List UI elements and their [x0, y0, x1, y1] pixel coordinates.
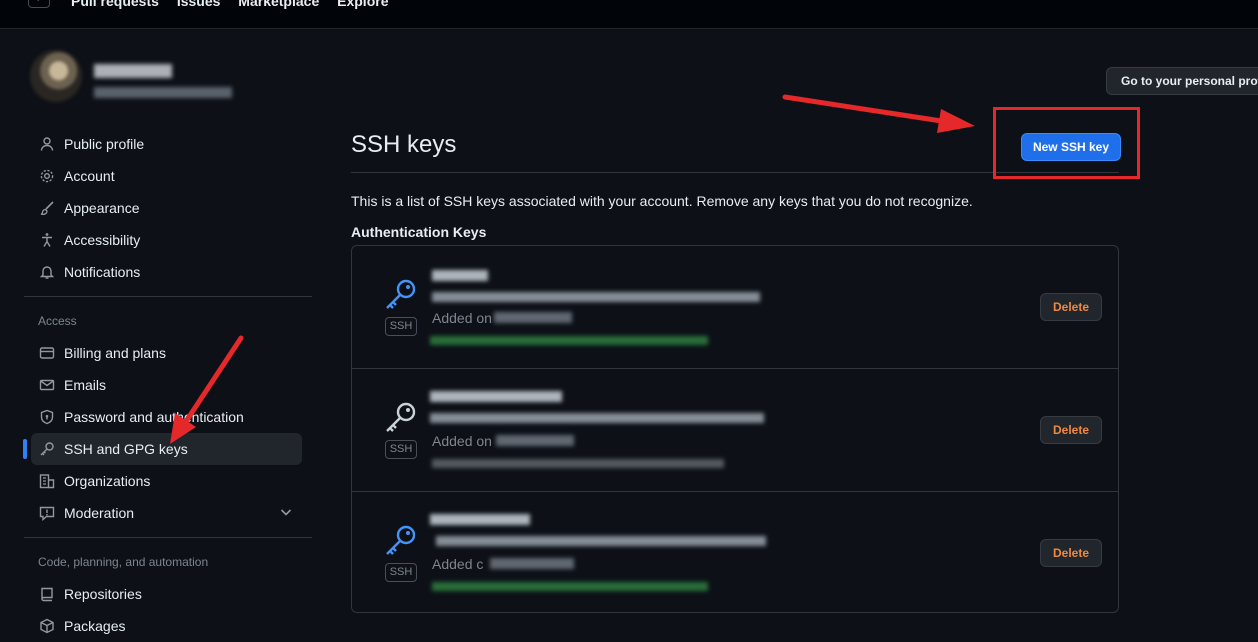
blurred-last-used [430, 336, 708, 345]
sidebar-item-label: Packages [64, 618, 126, 634]
ssh-key-row: SSH Added on Delete [352, 369, 1118, 492]
sidebar-divider [24, 296, 312, 297]
credit-card-icon [38, 344, 56, 362]
key-icon [386, 525, 416, 555]
section-heading-authentication-keys: Authentication Keys [351, 224, 487, 240]
sidebar-item-billing[interactable]: Billing and plans [24, 337, 312, 369]
ssh-badge: SSH [385, 317, 417, 336]
added-on-label: Added c [432, 556, 484, 572]
blurred-key-title [432, 270, 488, 281]
sidebar-item-packages[interactable]: Packages [24, 610, 312, 642]
report-icon [38, 504, 56, 522]
top-navigation: / Pull requests Issues Marketplace Explo… [0, 0, 1258, 29]
shield-lock-icon [38, 408, 56, 426]
sidebar-item-repositories[interactable]: Repositories [24, 578, 312, 610]
delete-key-button[interactable]: Delete [1040, 416, 1102, 444]
sidebar-item-label: Password and authentication [64, 409, 244, 425]
sidebar-item-account[interactable]: Account [24, 160, 312, 192]
blurred-username [94, 64, 172, 78]
ssh-keys-list: SSH Added on Delete SSH Added on Delete … [351, 245, 1119, 613]
ssh-badge: SSH [385, 440, 417, 459]
sidebar-divider [24, 537, 312, 538]
annotation-arrow-to-new-key [782, 94, 975, 133]
page-description: This is a list of SSH keys associated wi… [351, 193, 973, 209]
ssh-key-row: SSH Added on Delete [352, 246, 1118, 369]
paintbrush-icon [38, 199, 56, 217]
sidebar-item-label: Accessibility [64, 232, 141, 248]
sidebar-item-moderation[interactable]: Moderation [24, 497, 312, 529]
blurred-added-date [490, 558, 574, 569]
gear-icon [38, 167, 56, 185]
organization-icon [38, 472, 56, 490]
sidebar-item-ssh-gpg-keys[interactable]: SSH and GPG keys [23, 433, 302, 465]
sidebar-heading-code: Code, planning, and automation [38, 555, 209, 569]
key-icon [386, 402, 416, 432]
global-nav: Pull requests Issues Marketplace Explore [71, 0, 402, 9]
blurred-fingerprint [430, 413, 764, 423]
sidebar-item-accessibility[interactable]: Accessibility [24, 224, 312, 256]
search-shortcut-key[interactable]: / [28, 0, 50, 8]
page-title: SSH keys [351, 131, 457, 158]
sidebar-item-organizations[interactable]: Organizations [24, 465, 312, 497]
blurred-account-subtitle [94, 87, 232, 98]
key-icon [38, 440, 56, 458]
ssh-badge: SSH [385, 563, 417, 582]
sidebar-item-appearance[interactable]: Appearance [24, 192, 312, 224]
nav-pull-requests[interactable]: Pull requests [71, 0, 159, 9]
sidebar-item-notifications[interactable]: Notifications [24, 256, 312, 288]
sidebar-item-label: SSH and GPG keys [64, 441, 188, 457]
nav-explore[interactable]: Explore [337, 0, 388, 9]
nav-issues[interactable]: Issues [177, 0, 221, 9]
sidebar-item-public-profile[interactable]: Public profile [24, 128, 312, 160]
blurred-added-date [494, 312, 572, 323]
accessibility-icon [38, 231, 56, 249]
package-icon [38, 617, 56, 635]
blurred-fingerprint [436, 536, 766, 546]
sidebar-item-label: Organizations [64, 473, 151, 489]
blurred-key-title [430, 391, 562, 402]
settings-sidebar: Public profile Account Appearance Access… [23, 128, 312, 642]
delete-key-button[interactable]: Delete [1040, 293, 1102, 321]
blurred-last-used [432, 459, 724, 468]
sidebar-item-label: Account [64, 168, 115, 184]
repo-icon [38, 585, 56, 603]
blurred-fingerprint [432, 292, 760, 302]
sidebar-item-label: Public profile [64, 136, 145, 152]
avatar [30, 50, 82, 102]
person-icon [38, 135, 56, 153]
sidebar-item-label: Emails [64, 377, 107, 393]
blurred-key-title [430, 514, 530, 525]
bell-icon [38, 263, 56, 281]
sidebar-item-label: Billing and plans [64, 345, 166, 361]
sidebar-item-label: Repositories [64, 586, 142, 602]
sidebar-item-label: Appearance [64, 200, 140, 216]
sidebar-item-label: Notifications [64, 264, 141, 280]
key-icon [386, 279, 416, 309]
added-on-label: Added on [432, 433, 492, 449]
sidebar-item-password-auth[interactable]: Password and authentication [24, 401, 312, 433]
sidebar-heading-access: Access [38, 314, 77, 328]
mail-icon [38, 376, 56, 394]
ssh-key-row: SSH Added c Delete [352, 492, 1118, 614]
sidebar-item-emails[interactable]: Emails [24, 369, 312, 401]
sidebar-item-label: Moderation [64, 505, 135, 521]
added-on-label: Added on [432, 310, 492, 326]
blurred-added-date [496, 435, 574, 446]
annotation-highlight-box [993, 107, 1140, 179]
blurred-last-used [432, 582, 708, 591]
nav-marketplace[interactable]: Marketplace [238, 0, 319, 9]
chevron-down-icon[interactable] [278, 504, 294, 523]
delete-key-button[interactable]: Delete [1040, 539, 1102, 567]
go-to-profile-button[interactable]: Go to your personal profile [1106, 67, 1258, 95]
